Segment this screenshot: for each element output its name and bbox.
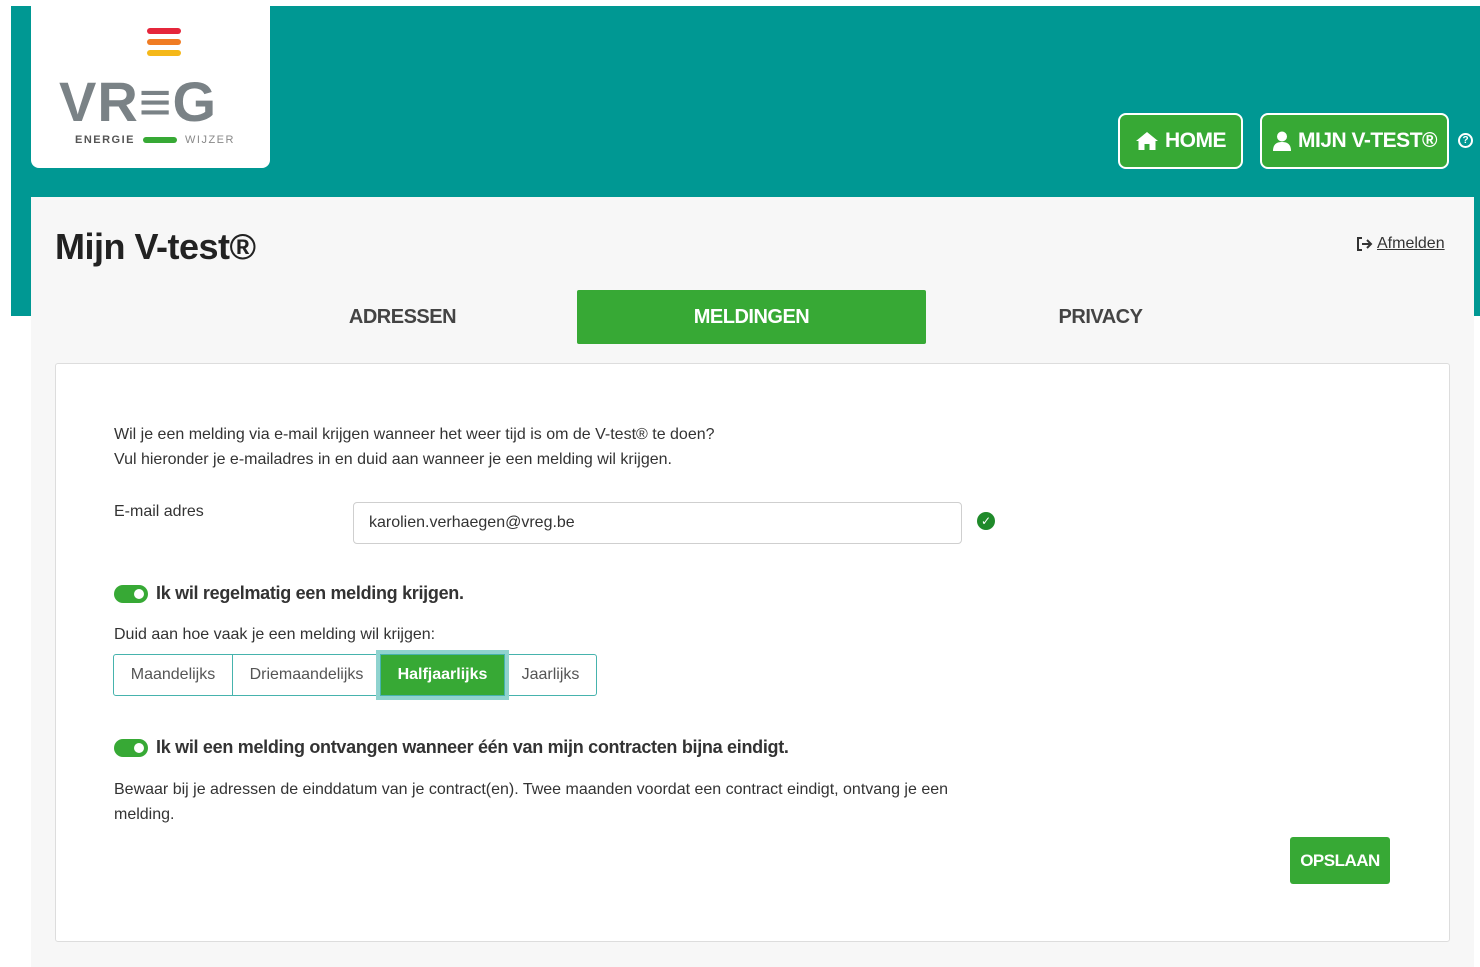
toggle-regular-switch[interactable] (114, 584, 148, 603)
frequency-label: Duid aan hoe vaak je een melding wil kri… (114, 626, 436, 643)
home-button-label: HOME (1165, 129, 1227, 152)
user-icon (1273, 131, 1291, 151)
mijn-vtest-button-label: MIJN V-TEST® (1298, 129, 1438, 152)
logout-icon (1357, 237, 1373, 251)
mijn-vtest-button[interactable]: MIJN V-TEST® (1260, 113, 1449, 169)
tab-adressen[interactable]: ADRESSEN (228, 290, 577, 344)
logout-label: Afmelden (1377, 235, 1445, 252)
intro-line-1: Wil je een melding via e-mail krijgen wa… (114, 426, 715, 443)
toggle-contract-switch[interactable] (114, 738, 148, 757)
toggle-regular-row[interactable]: Ik wil regelmatig een melding krijgen. (114, 583, 464, 604)
toggle-regular-label: Ik wil regelmatig een melding krijgen. (156, 583, 464, 603)
page-title: Mijn V-test® (55, 226, 256, 267)
logout-link[interactable]: Afmelden (1356, 235, 1445, 253)
help-icon[interactable]: ? (1458, 133, 1473, 148)
save-button[interactable]: OPSLAAN (1290, 837, 1390, 884)
tab-privacy[interactable]: PRIVACY (926, 290, 1275, 344)
email-label: E-mail adres (114, 503, 204, 520)
intro-line-2: Vul hieronder je e-mailadres in en duid … (114, 451, 672, 468)
frequency-jaarlijks-button[interactable]: Jaarlijks (504, 654, 597, 696)
frequency-maandelijks-button[interactable]: Maandelijks (113, 654, 233, 696)
home-button[interactable]: HOME (1118, 113, 1243, 169)
logo-sub-right: WIJZER (185, 134, 235, 146)
logo[interactable]: VR≡G ENERGIE WIJZER (31, 6, 270, 168)
toggle-contract-label: Ik wil een melding ontvangen wanneer één… (156, 737, 789, 757)
logo-wordmark: VR≡G (59, 70, 218, 133)
logo-subtitle: ENERGIE WIJZER (75, 134, 235, 146)
frequency-driemaandelijks-button[interactable]: Driemaandelijks (232, 654, 381, 696)
home-icon (1136, 132, 1158, 150)
logo-pill (143, 137, 178, 143)
logo-sub-left: ENERGIE (75, 134, 136, 146)
tab-meldingen[interactable]: MELDINGEN (577, 290, 926, 344)
contract-info-text: Bewaar bij je adressen de einddatum van … (114, 781, 949, 823)
frequency-button-group: Maandelijks Driemaandelijks Halfjaarlijk… (113, 654, 597, 696)
check-icon: ✓ (977, 512, 995, 530)
toggle-contract-row[interactable]: Ik wil een melding ontvangen wanneer één… (114, 737, 789, 758)
intro-text: Wil je een melding via e-mail krijgen wa… (114, 422, 715, 472)
email-input[interactable] (353, 502, 962, 544)
frequency-halfjaarlijks-button[interactable]: Halfjaarlijks (380, 654, 505, 696)
logo-bars (147, 28, 181, 61)
